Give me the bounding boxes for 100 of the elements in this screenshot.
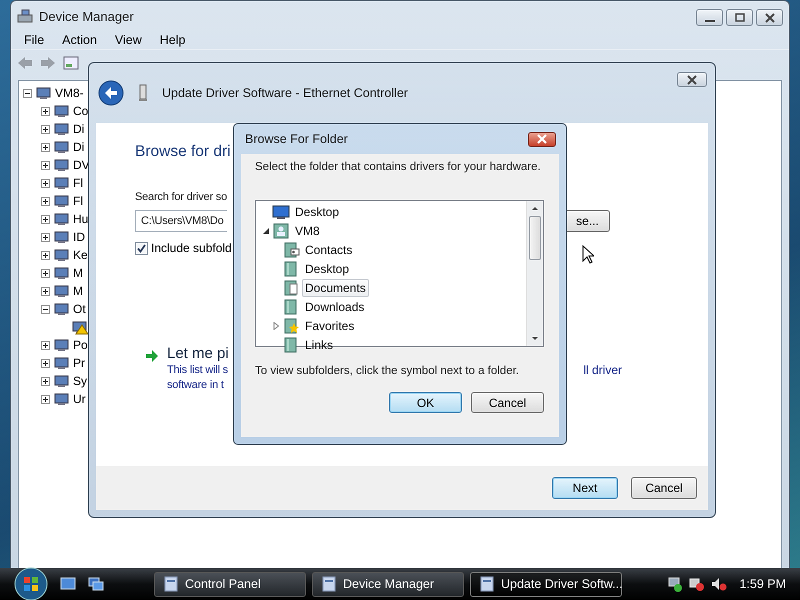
expander-icon[interactable]: [41, 214, 50, 224]
tree-item[interactable]: VM8-: [55, 86, 84, 100]
folder-item[interactable]: VM8: [292, 222, 323, 240]
device-icon: [53, 337, 71, 353]
arrow-icon: [145, 349, 159, 363]
expander-icon[interactable]: [41, 232, 50, 242]
folder-item[interactable]: Desktop: [302, 260, 352, 278]
speaker-muted-icon[interactable]: [711, 576, 728, 592]
menu-item[interactable]: Action: [53, 33, 106, 47]
hint-text: To view subfolders, click the symbol next to a folder.: [255, 365, 520, 377]
computer-icon: [17, 8, 33, 24]
option-description: ll driver: [583, 363, 622, 379]
tree-item[interactable]: Po: [73, 338, 88, 352]
expander-icon[interactable]: [41, 394, 50, 404]
next-button[interactable]: Next: [552, 477, 618, 499]
expander-icon[interactable]: [41, 268, 50, 278]
close-button[interactable]: [756, 9, 783, 26]
close-button[interactable]: [528, 132, 556, 146]
cancel-button[interactable]: Cancel: [471, 392, 544, 413]
scroll-up-icon[interactable]: [531, 206, 539, 211]
expander-icon[interactable]: [41, 106, 50, 116]
minimize-button[interactable]: [696, 9, 723, 26]
tree-item[interactable]: Ot: [73, 302, 86, 316]
window-icon: [321, 576, 337, 592]
path-field[interactable]: C:\Users\VM8\Do: [135, 210, 227, 232]
close-icon: [686, 74, 698, 84]
expander-icon[interactable]: [41, 358, 50, 368]
tree-item[interactable]: Fl: [73, 194, 83, 208]
network-icon[interactable]: [667, 576, 684, 592]
device-icon: [53, 229, 71, 245]
tree-item[interactable]: Hu: [73, 212, 88, 226]
tree-item[interactable]: Sy: [73, 374, 88, 388]
cancel-button[interactable]: Cancel: [631, 477, 697, 499]
scroll-thumb[interactable]: [529, 216, 541, 260]
start-button[interactable]: [14, 567, 48, 600]
expander-icon[interactable]: [41, 376, 50, 386]
folder-item[interactable]: Contacts: [302, 240, 356, 258]
show-desktop-icon[interactable]: [60, 577, 76, 591]
close-button[interactable]: [677, 72, 707, 87]
window-icon: [479, 576, 495, 592]
device-icon: [53, 157, 71, 173]
device-icon: [53, 265, 71, 281]
device-icon: [35, 85, 53, 101]
tree-item[interactable]: M: [73, 266, 83, 280]
folder-item[interactable]: Desktop: [292, 202, 342, 220]
expander-icon[interactable]: [41, 304, 50, 314]
expander-icon[interactable]: [41, 196, 50, 206]
device-icon: [53, 301, 71, 317]
device-icon: [53, 121, 71, 137]
expander-icon[interactable]: [41, 286, 50, 296]
folder-item[interactable]: Links: [302, 336, 336, 354]
switch-windows-icon[interactable]: [88, 577, 104, 591]
cursor-icon: [582, 245, 594, 264]
tree-item[interactable]: Ur: [73, 392, 86, 406]
browse-button[interactable]: se...: [566, 210, 610, 232]
folder-item[interactable]: Documents: [302, 278, 369, 296]
device-icon: [53, 175, 71, 191]
option-description: This list will s software in t: [167, 363, 228, 393]
menu-item[interactable]: File: [15, 33, 54, 47]
scrollbar[interactable]: [526, 201, 543, 346]
window-title: Device Manager: [39, 8, 135, 24]
tree-item[interactable]: M: [73, 284, 83, 298]
tree-item[interactable]: ID: [73, 230, 85, 244]
device-icon: [138, 84, 148, 102]
expander-icon[interactable]: [262, 226, 270, 234]
expander-icon[interactable]: [41, 340, 50, 350]
folder-item[interactable]: Favorites: [302, 316, 358, 334]
maximize-button[interactable]: [726, 9, 753, 26]
clock[interactable]: 1:59 PM: [739, 577, 786, 591]
checkbox[interactable]: [135, 242, 148, 254]
tree-item[interactable]: Pr: [73, 356, 85, 370]
tree-item[interactable]: Fl: [73, 176, 83, 190]
close-icon: [536, 134, 548, 144]
ok-button[interactable]: OK: [389, 392, 462, 413]
expander-icon[interactable]: [41, 124, 50, 134]
device-icon: [53, 283, 71, 299]
taskbar-button[interactable]: Device Manager: [312, 572, 464, 596]
taskbar-button[interactable]: Update Driver Softw...: [470, 572, 622, 596]
menu-item[interactable]: View: [106, 33, 151, 47]
folder-item[interactable]: Downloads: [302, 298, 368, 316]
expander-icon[interactable]: [41, 178, 50, 188]
tree-item[interactable]: Di: [73, 140, 84, 154]
back-button[interactable]: [98, 80, 124, 106]
device-icon: [53, 355, 71, 371]
minimize-icon: [704, 20, 714, 22]
properties-icon[interactable]: [62, 55, 80, 71]
expander-icon[interactable]: [41, 160, 50, 170]
taskbar-button[interactable]: Control Panel: [154, 572, 306, 596]
field-label: Search for driver so: [135, 191, 228, 203]
network-error-icon[interactable]: [689, 576, 706, 592]
instruction-text: Select the folder that contains drivers for your hardware.: [255, 161, 542, 173]
expander-icon[interactable]: [23, 88, 32, 98]
menu-item[interactable]: Help: [150, 33, 194, 47]
tree-item[interactable]: Di: [73, 122, 84, 136]
tree-item[interactable]: Ke: [73, 248, 88, 262]
scroll-down-icon[interactable]: [531, 336, 539, 341]
expander-icon[interactable]: [41, 250, 50, 260]
expander-icon[interactable]: [41, 142, 50, 152]
tree-item[interactable]: Co: [73, 104, 88, 118]
checkbox-label: Include subfold: [151, 241, 232, 255]
